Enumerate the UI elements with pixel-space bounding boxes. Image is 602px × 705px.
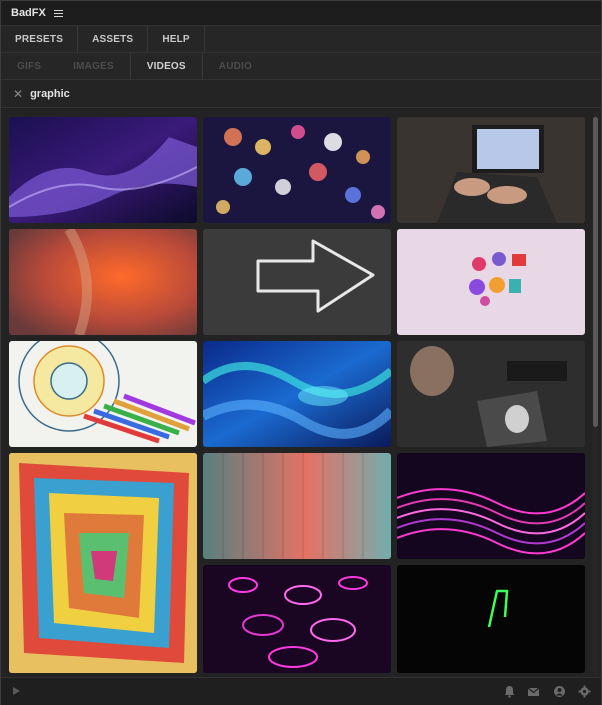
- scrollbar-thumb[interactable]: [593, 117, 598, 427]
- thumbnail-mandala-pencils[interactable]: [9, 341, 197, 447]
- thumbnail-gradient-stripes[interactable]: [203, 453, 391, 559]
- hamburger-menu-icon[interactable]: [53, 9, 63, 17]
- mail-icon[interactable]: [527, 685, 540, 698]
- thumbnail-laptop-typing[interactable]: [397, 117, 585, 223]
- app-window: BadFX PRESETS ASSETS HELP GIFS IMAGES VI…: [0, 0, 602, 705]
- thumbnail-image: [203, 229, 391, 335]
- tab-assets[interactable]: ASSETS: [78, 26, 149, 52]
- bell-icon[interactable]: [503, 685, 516, 698]
- thumbnail-chalk-arrow[interactable]: [203, 229, 391, 335]
- scrollbar[interactable]: [593, 113, 598, 675]
- thumbnail-image: [397, 453, 585, 559]
- thumbnail-image: [397, 341, 585, 447]
- clear-search-icon[interactable]: ✕: [13, 88, 23, 100]
- subtab-videos[interactable]: VIDEOS: [129, 53, 203, 79]
- title-bar: BadFX: [1, 1, 601, 26]
- search-query[interactable]: graphic: [30, 88, 70, 100]
- footer-toolbar: [1, 677, 601, 705]
- thumbnail-image: [397, 565, 585, 673]
- thumbnail-image: [9, 453, 197, 673]
- subtab-audio[interactable]: AUDIO: [203, 53, 268, 79]
- thumbnail-image: [203, 341, 391, 447]
- subtab-images[interactable]: IMAGES: [57, 53, 130, 79]
- tab-presets[interactable]: PRESETS: [1, 26, 79, 52]
- play-icon[interactable]: [13, 687, 20, 695]
- thumbnail-liquid-metal[interactable]: [203, 341, 391, 447]
- thumbnail-green-neon-line[interactable]: [397, 565, 585, 673]
- thumbnail-tablet-drawing[interactable]: [397, 341, 585, 447]
- thumbnail-image: [203, 453, 391, 559]
- thumbnail-paper-spiral[interactable]: [9, 453, 197, 673]
- thumbnail-image: [397, 229, 585, 335]
- thumbnail-image: [203, 117, 391, 223]
- thumbnail-neon-landscape[interactable]: [397, 453, 585, 559]
- thumbnail-image: [397, 117, 585, 223]
- settings-icon[interactable]: [578, 685, 591, 698]
- subtab-gifs[interactable]: GIFS: [1, 53, 57, 79]
- thumbnail-bokeh[interactable]: [203, 117, 391, 223]
- user-icon[interactable]: [553, 685, 566, 698]
- thumbnail-particle-wave[interactable]: [9, 117, 197, 223]
- thumbnail-orange-macro[interactable]: [9, 229, 197, 335]
- results-grid: [9, 117, 585, 673]
- main-tabs: PRESETS ASSETS HELP: [1, 26, 601, 53]
- thumbnail-image: [9, 117, 197, 223]
- thumbnail-image: [9, 229, 197, 335]
- tab-help[interactable]: HELP: [148, 26, 205, 52]
- asset-type-tabs: GIFS IMAGES VIDEOS AUDIO: [1, 53, 601, 80]
- thumbnail-image: [203, 565, 391, 673]
- thumbnail-pink-neon-shapes[interactable]: [203, 565, 391, 673]
- app-title: BadFX: [11, 7, 46, 19]
- thumbnail-3d-shapes[interactable]: [397, 229, 585, 335]
- search-tag-bar: ✕ graphic: [1, 80, 601, 108]
- thumbnail-image: [9, 341, 197, 447]
